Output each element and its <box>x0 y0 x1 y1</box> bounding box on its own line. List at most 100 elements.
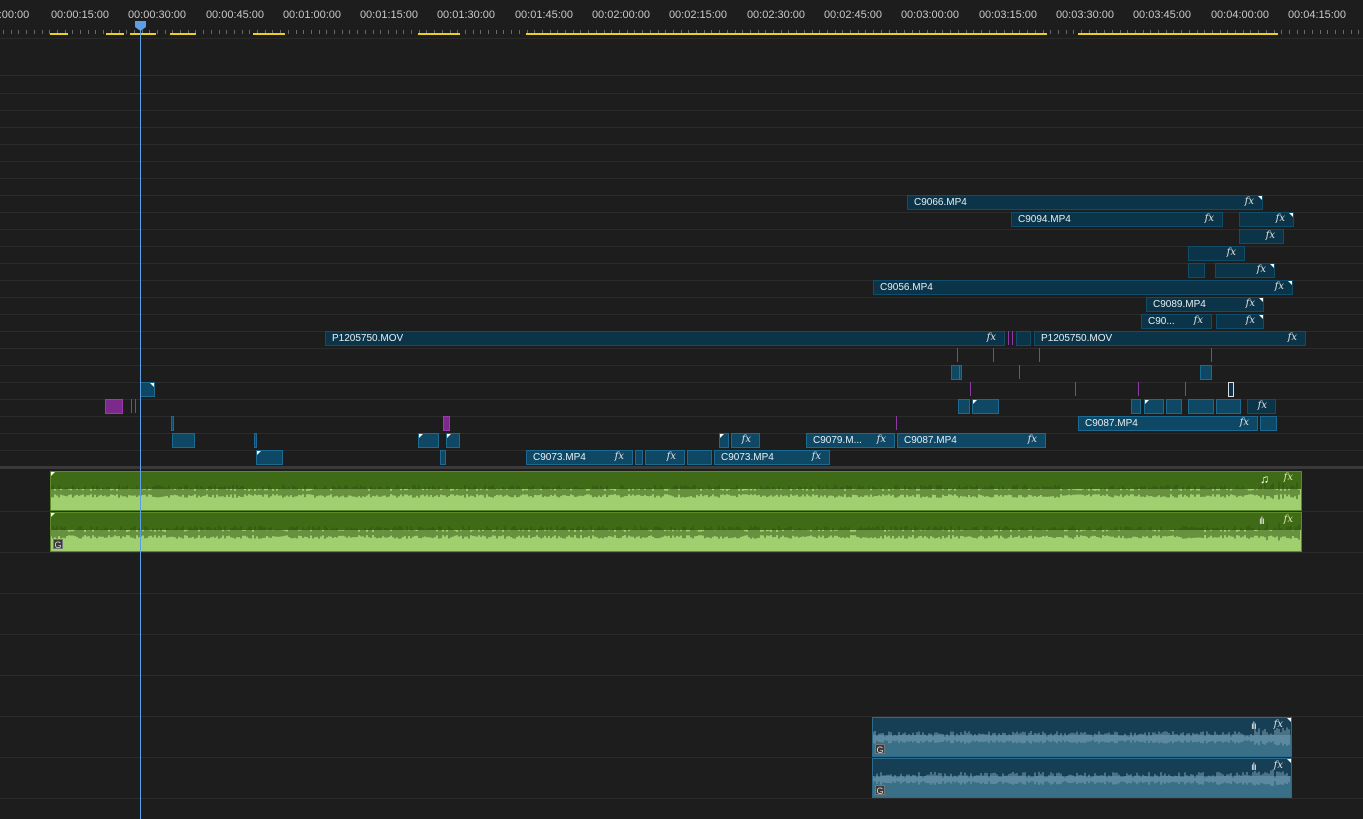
video-clip[interactable] <box>1166 399 1182 414</box>
fx-icon[interactable]: fx <box>1227 247 1236 258</box>
fx-icon[interactable]: fx <box>1275 281 1284 292</box>
video-clip[interactable] <box>635 450 643 465</box>
fx-icon[interactable]: fx <box>1284 514 1293 525</box>
fx-icon[interactable]: fx <box>1258 400 1267 411</box>
video-clip[interactable] <box>1228 382 1234 397</box>
clip-marker[interactable] <box>1019 365 1020 379</box>
video-clip[interactable] <box>1188 263 1205 278</box>
fx-icon[interactable]: fx <box>812 451 821 462</box>
gain-badge[interactable]: G <box>875 744 885 755</box>
fx-icon[interactable]: fx <box>1246 315 1255 326</box>
video-clip[interactable] <box>443 416 450 431</box>
video-clip[interactable]: fx <box>1215 263 1275 278</box>
ruler-tick <box>342 30 343 34</box>
video-clip[interactable] <box>418 433 439 448</box>
clip-marker[interactable] <box>1211 348 1212 362</box>
video-clip[interactable] <box>958 399 970 414</box>
video-clip[interactable] <box>972 399 999 414</box>
video-clip[interactable] <box>1200 365 1212 380</box>
video-clip[interactable]: C9094.MP4 fx <box>1011 212 1223 227</box>
video-clip[interactable] <box>719 433 729 448</box>
fx-icon[interactable]: fx <box>987 332 996 343</box>
video-clip[interactable] <box>1188 399 1214 414</box>
video-clip[interactable] <box>1131 399 1141 414</box>
waveform <box>873 727 1290 746</box>
playhead-line[interactable] <box>140 25 141 819</box>
video-clip[interactable] <box>1016 331 1031 346</box>
fx-icon[interactable]: fx <box>1274 760 1283 771</box>
video-clip[interactable] <box>256 450 283 465</box>
fx-icon[interactable]: fx <box>1194 315 1203 326</box>
video-clip[interactable]: C9087.MP4 fx <box>897 433 1046 448</box>
video-clip[interactable] <box>254 433 257 448</box>
video-clip[interactable] <box>1260 416 1277 431</box>
clip-marker[interactable] <box>1138 382 1139 396</box>
fx-icon[interactable]: fx <box>877 434 886 445</box>
clip-marker[interactable] <box>1008 331 1009 345</box>
clip-corner-marker <box>1258 196 1262 200</box>
fx-icon[interactable]: fx <box>1245 196 1254 207</box>
clip-marker[interactable] <box>131 399 132 413</box>
video-clip[interactable]: fx <box>1239 229 1284 244</box>
fx-icon[interactable]: fx <box>1240 417 1249 428</box>
fx-icon[interactable]: fx <box>1205 213 1214 224</box>
video-clip[interactable]: C9089.MP4 fx <box>1146 297 1264 312</box>
fx-icon[interactable]: fx <box>1288 332 1297 343</box>
video-clip[interactable]: fx <box>1239 212 1294 227</box>
clip-marker[interactable] <box>1039 348 1040 362</box>
video-clip[interactable] <box>951 365 962 380</box>
video-clip[interactable] <box>140 382 155 397</box>
ruler-tick <box>1320 30 1321 34</box>
video-clip[interactable]: fx <box>1216 314 1264 329</box>
video-clip[interactable] <box>446 433 460 448</box>
audio-clip-voice[interactable]: ılı fx G <box>872 758 1292 798</box>
video-clip[interactable] <box>1144 399 1164 414</box>
fx-icon[interactable]: fx <box>615 451 624 462</box>
video-clip[interactable] <box>172 433 195 448</box>
video-clip[interactable]: C90... fx <box>1141 314 1212 329</box>
clip-marker[interactable] <box>135 399 136 413</box>
fx-icon[interactable]: fx <box>1257 264 1266 275</box>
ruler-tick <box>1358 30 1359 34</box>
video-clip[interactable]: C9066.MP4 fx <box>907 195 1263 210</box>
video-clip[interactable] <box>687 450 712 465</box>
video-clip[interactable]: C9087.MP4 fx <box>1078 416 1258 431</box>
video-clip[interactable]: C9056.MP4 fx <box>873 280 1293 295</box>
audio-clip-music[interactable]: ♫ fx <box>50 471 1302 511</box>
timeline-ruler[interactable]: :00:00 00:00:15:00 00:00:30:00 00:00:45:… <box>0 0 1363 38</box>
clip-marker[interactable] <box>896 416 897 430</box>
clip-marker[interactable] <box>970 382 971 396</box>
gain-badge[interactable]: G <box>875 785 885 796</box>
fx-icon[interactable]: fx <box>1274 719 1283 730</box>
fx-icon[interactable]: fx <box>1246 298 1255 309</box>
video-clip[interactable]: C9079.M... fx <box>806 433 895 448</box>
fx-icon[interactable]: fx <box>1276 213 1285 224</box>
clip-marker[interactable] <box>1075 382 1076 396</box>
video-clip[interactable]: fx <box>1247 399 1276 414</box>
video-audio-divider[interactable] <box>0 466 1363 469</box>
fx-icon[interactable]: fx <box>1028 434 1037 445</box>
video-clip[interactable] <box>171 416 174 431</box>
clip-marker[interactable] <box>959 365 960 379</box>
audio-clip-voice[interactable]: ılı fx G <box>872 717 1292 757</box>
video-clip[interactable]: P1205750.MOV fx <box>325 331 1005 346</box>
video-clip[interactable]: fx <box>1188 246 1245 261</box>
video-clip[interactable]: C9073.MP4 fx <box>714 450 830 465</box>
video-clip[interactable] <box>440 450 446 465</box>
fx-icon[interactable]: fx <box>1284 472 1293 483</box>
fx-icon[interactable]: fx <box>1266 230 1275 241</box>
video-clip[interactable]: fx <box>731 433 760 448</box>
video-clip[interactable]: P1205750.MOV fx <box>1034 331 1306 346</box>
video-clip[interactable] <box>105 399 123 414</box>
clip-marker[interactable] <box>1012 331 1013 345</box>
clip-marker[interactable] <box>993 348 994 362</box>
gain-badge[interactable]: G <box>53 539 63 550</box>
clip-marker[interactable] <box>957 348 958 362</box>
video-clip[interactable]: fx <box>645 450 685 465</box>
fx-icon[interactable]: fx <box>667 451 676 462</box>
video-clip[interactable] <box>1216 399 1241 414</box>
clip-marker[interactable] <box>1185 382 1186 396</box>
audio-clip-music[interactable]: ılı fx G <box>50 512 1302 552</box>
video-clip[interactable]: C9073.MP4 fx <box>526 450 633 465</box>
fx-icon[interactable]: fx <box>742 434 751 445</box>
